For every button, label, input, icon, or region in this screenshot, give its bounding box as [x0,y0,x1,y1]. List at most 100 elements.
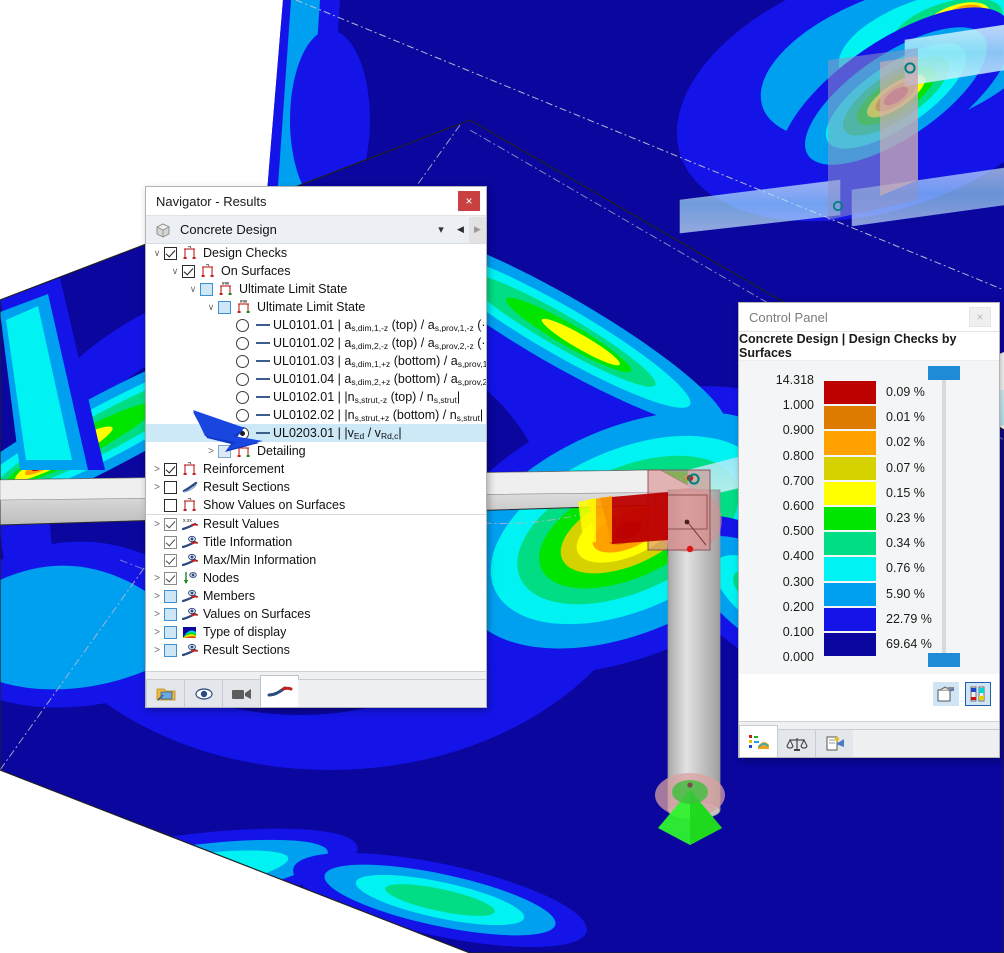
checkbox-result-values[interactable] [164,518,177,531]
legend-color-swatch[interactable] [824,431,876,454]
tab-color-scale[interactable] [739,725,778,757]
color-palette-edit-icon[interactable] [933,682,959,706]
legend-color-swatch[interactable] [824,457,876,480]
checkbox-reinforcement[interactable] [164,463,177,476]
arrow-right-icon[interactable]: ▶ [469,217,486,243]
tree-item-ul0102-02[interactable]: UL0102.02 | |ns,strut,+z (bottom) / ns,s… [146,406,486,424]
radio-ul0101-03[interactable] [236,355,249,368]
expand-icon[interactable] [204,446,218,457]
checkbox-maxmin-information[interactable] [164,554,177,567]
radio-ul0102-02[interactable] [236,409,249,422]
tree-item-title-information[interactable]: Title Information [146,533,486,551]
checkbox-show-values[interactable] [164,499,177,512]
color-scale-legend[interactable]: 14.3181.0000.9000.8000.7000.6000.5000.40… [739,361,999,674]
tree-item-members[interactable]: Members [146,587,486,605]
tree-item-ul0102-01[interactable]: UL0102.01 | |ns,strut,-z (top) / ns,stru… [146,388,486,406]
legend-color-swatch[interactable] [824,532,876,555]
expand-icon[interactable] [150,627,164,638]
tree-item-uls-sub[interactable]: Ultimate Limit State [146,298,486,316]
tree-item-maxmin-information[interactable]: Max/Min Information [146,551,486,569]
legend-color-swatch[interactable] [824,381,876,404]
tab-factors[interactable] [777,729,816,757]
control-panel-actions[interactable] [739,674,999,714]
collapse-icon[interactable] [204,302,218,313]
tree-item-values-on-surfaces[interactable]: Values on Surfaces [146,605,486,623]
checkbox-detailing[interactable] [218,445,231,458]
navigator-tabbar[interactable] [146,671,486,707]
chevron-down-icon[interactable]: ▾ [430,223,452,236]
navigator-titlebar[interactable]: Navigator - Results × [146,187,486,216]
checkbox-values-on-surfaces[interactable] [164,608,177,621]
checkbox-members[interactable] [164,590,177,603]
tree-item-type-of-display[interactable]: Type of display [146,623,486,641]
tree-item-detailing[interactable]: Detailing [146,442,486,460]
legend-color-swatch[interactable] [824,482,876,505]
radio-ul0101-02[interactable] [236,337,249,350]
legend-color-swatch[interactable] [824,608,876,631]
collapse-icon[interactable] [150,248,164,259]
control-panel-titlebar[interactable]: Control Panel × [739,303,999,332]
radio-ul0102-01[interactable] [236,391,249,404]
legend-color-swatch[interactable] [824,583,876,606]
checkbox-design-checks[interactable] [164,247,177,260]
design-module-combobox[interactable]: Concrete Design ▾ ◀ ▶ [146,216,486,244]
radio-ul0101-04[interactable] [236,373,249,386]
radio-ul0101-01[interactable] [236,319,249,332]
checkbox-result-sections-2[interactable] [164,644,177,657]
tree-item-show-values[interactable]: Show Values on Surfaces [146,496,486,514]
close-icon[interactable]: × [458,191,480,211]
expand-icon[interactable] [150,609,164,620]
tree-item-design-checks[interactable]: Design Checks [146,244,486,262]
range-slider-track[interactable] [942,373,946,663]
tree-item-nodes[interactable]: Nodes [146,569,486,587]
legend-color-swatch[interactable] [824,507,876,530]
tab-project-navigator[interactable] [146,679,185,707]
tree-item-uls-group[interactable]: Ultimate Limit State [146,280,486,298]
radio-ul0203-01[interactable] [236,427,249,440]
checkbox-type-of-display[interactable] [164,626,177,639]
range-max-handle[interactable] [928,366,960,380]
close-icon[interactable]: × [969,307,991,327]
tree-item-on-surfaces[interactable]: On Surfaces [146,262,486,280]
results-tree[interactable]: Design ChecksOn SurfacesUltimate Limit S… [146,244,486,515]
collapse-icon[interactable] [186,284,200,295]
legend-color-swatch[interactable] [824,406,876,429]
tree-item-ul0101-04[interactable]: UL0101.04 | as,dim,2,+z (bottom) / as,pr… [146,370,486,388]
expand-icon[interactable] [150,464,164,475]
expand-icon[interactable] [150,573,164,584]
arrow-left-icon[interactable]: ◀ [452,217,469,243]
legend-color-swatch[interactable] [824,633,876,656]
tree-item-result-values[interactable]: x.xxResult Values [146,515,486,533]
navigator-results-window[interactable]: Navigator - Results × Concrete Design ▾ … [145,186,487,708]
checkbox-nodes[interactable] [164,572,177,585]
color-legend-panel[interactable]: 14.3181.0000.9000.8000.7000.6000.5000.40… [739,360,999,674]
checkbox-on-surfaces[interactable] [182,265,195,278]
legend-color-swatch[interactable] [824,557,876,580]
tab-results-navigator[interactable] [260,675,299,707]
tree-item-ul0101-03[interactable]: UL0101.03 | as,dim,1,+z (bottom) / as,pr… [146,352,486,370]
tree-item-reinforcement[interactable]: Reinforcement [146,460,486,478]
tree-item-result-sections-2[interactable]: Result Sections [146,641,486,659]
expand-icon[interactable] [150,482,164,493]
tree-connector-line [253,324,273,326]
control-panel-window[interactable]: Control Panel × Concrete Design | Design… [738,302,1000,758]
checkbox-result-sections-1[interactable] [164,481,177,494]
expand-icon[interactable] [150,645,164,656]
tree-item-ul0101-02[interactable]: UL0101.02 | as,dim,2,-z (top) / as,prov,… [146,334,486,352]
tree-item-ul0203-01[interactable]: UL0203.01 | |vEd / vRd,c| [146,424,486,442]
checkbox-uls-group[interactable] [200,283,213,296]
checkbox-title-information[interactable] [164,536,177,549]
collapse-icon[interactable] [168,266,182,277]
tab-views-navigator[interactable] [184,679,223,707]
tab-display-properties[interactable] [815,729,854,757]
expand-icon[interactable] [150,519,164,530]
tree-item-ul0101-01[interactable]: UL0101.01 | as,dim,1,-z (top) / as,prov,… [146,316,486,334]
range-min-handle[interactable] [928,653,960,667]
tab-camera-navigator[interactable] [222,679,261,707]
checkbox-uls-sub[interactable] [218,301,231,314]
expand-icon[interactable] [150,591,164,602]
display-options-tree[interactable]: x.xxResult ValuesTitle InformationMax/Mi… [146,515,486,665]
tree-item-result-sections-1[interactable]: Result Sections [146,478,486,496]
control-panel-tabbar[interactable] [739,721,999,757]
color-scale-icon[interactable] [965,682,991,706]
